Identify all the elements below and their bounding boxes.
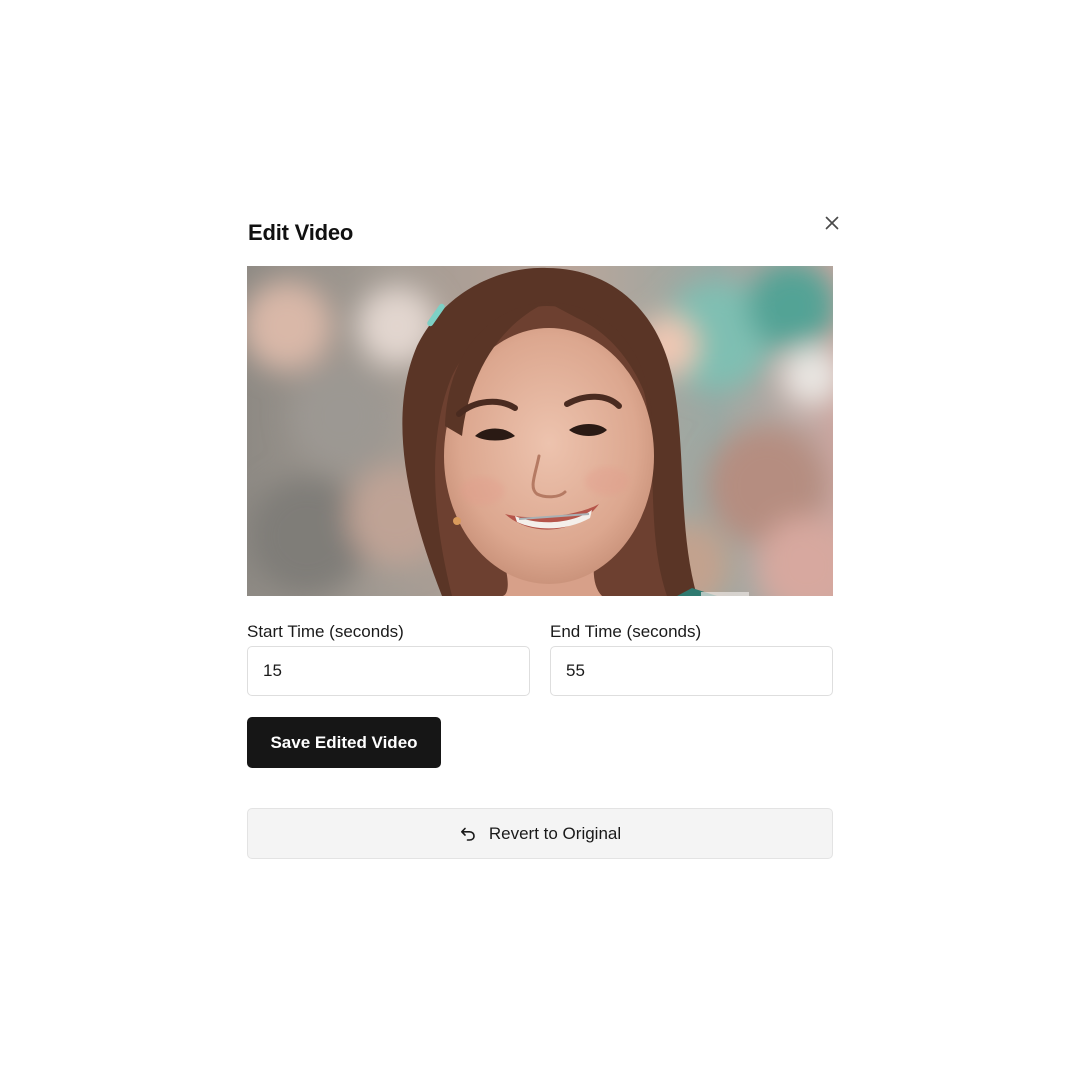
start-time-label: Start Time (seconds)	[247, 622, 404, 641]
video-frame-image	[247, 266, 833, 596]
revert-button-label: Revert to Original	[488, 823, 622, 843]
start-time-field: Start Time (seconds)	[247, 620, 530, 696]
end-time-label: End Time (seconds)	[550, 622, 702, 641]
revert-to-original-button[interactable]: Revert to Original	[247, 808, 833, 859]
close-button[interactable]	[822, 213, 842, 233]
undo-icon	[459, 825, 477, 843]
save-edited-video-button[interactable]: Save Edited Video	[247, 717, 441, 768]
end-time-field: End Time (seconds)	[550, 620, 833, 696]
close-icon	[825, 216, 839, 230]
start-time-input[interactable]	[247, 646, 530, 696]
dialog-title: Edit Video	[248, 220, 354, 245]
video-preview[interactable]	[247, 266, 833, 596]
end-time-input[interactable]	[550, 646, 833, 696]
edit-video-dialog: Edit Video Start Time (seconds) 15 End T…	[220, 196, 860, 884]
